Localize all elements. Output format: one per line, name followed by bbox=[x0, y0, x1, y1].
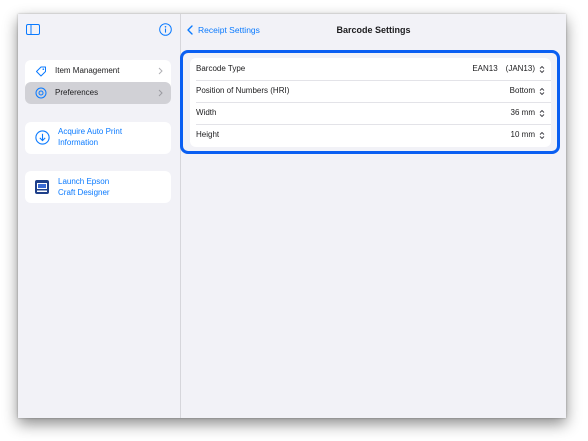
chevron-right-icon bbox=[158, 67, 163, 75]
sidebar-toggle-icon[interactable] bbox=[26, 24, 40, 35]
sidebar: Item Management Preferences Acquire Auto… bbox=[18, 14, 181, 418]
launch-craft-designer-button[interactable]: Launch Epson Craft Designer bbox=[25, 171, 171, 203]
chevron-up-down-icon bbox=[539, 87, 545, 96]
setting-value: 36 mm bbox=[510, 108, 535, 117]
tag-icon bbox=[36, 66, 46, 77]
acquire-label-line1: Acquire Auto Print bbox=[58, 127, 123, 136]
setting-value: 10 mm bbox=[510, 130, 535, 139]
chevron-up-down-icon bbox=[539, 109, 545, 118]
info-icon[interactable] bbox=[159, 23, 172, 36]
setting-label: Barcode Type bbox=[196, 64, 246, 73]
chevron-right-icon bbox=[158, 89, 163, 97]
acquire-label-line2: Information bbox=[58, 138, 99, 147]
launch-label-line1: Launch Epson bbox=[58, 177, 110, 186]
launch-label-line2: Craft Designer bbox=[58, 188, 110, 197]
setting-height[interactable]: Height 10 mm bbox=[190, 124, 551, 146]
acquire-auto-print-button[interactable]: Acquire Auto Print Information bbox=[25, 122, 171, 154]
sidebar-item-item-management[interactable]: Item Management bbox=[25, 60, 171, 82]
setting-label: Height bbox=[196, 130, 220, 139]
setting-hri-position[interactable]: Position of Numbers (HRI) Bottom bbox=[190, 80, 551, 102]
setting-barcode-type[interactable]: Barcode Type EAN13 (JAN13) bbox=[190, 58, 551, 80]
setting-value: EAN13 (JAN13) bbox=[472, 64, 535, 73]
chevron-up-down-icon bbox=[539, 65, 545, 74]
download-circle-icon bbox=[35, 130, 50, 145]
main-panel: Receipt Settings Barcode Settings Barcod… bbox=[180, 14, 566, 418]
menu-card: Item Management Preferences bbox=[25, 60, 171, 104]
setting-label: Position of Numbers (HRI) bbox=[196, 86, 290, 95]
gear-circle-icon bbox=[35, 87, 47, 99]
page-title: Barcode Settings bbox=[336, 25, 411, 35]
setting-value: Bottom bbox=[509, 86, 535, 95]
sidebar-item-preferences[interactable]: Preferences bbox=[25, 82, 171, 104]
app-window: Item Management Preferences Acquire Auto… bbox=[18, 14, 566, 418]
sidebar-item-label: Preferences bbox=[55, 88, 99, 97]
setting-width[interactable]: Width 36 mm bbox=[190, 102, 551, 124]
setting-label: Width bbox=[196, 108, 217, 117]
chevron-up-down-icon bbox=[539, 131, 545, 140]
sidebar-item-label: Item Management bbox=[55, 66, 120, 75]
epson-app-icon bbox=[35, 180, 49, 194]
barcode-settings-list: Barcode Type EAN13 (JAN13) Position of N… bbox=[190, 58, 551, 147]
